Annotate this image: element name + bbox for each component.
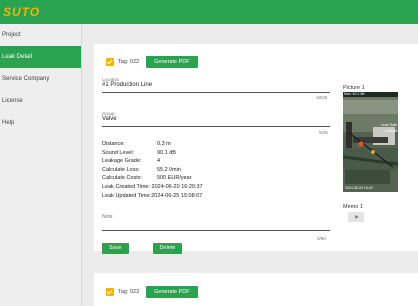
- note-counter: 0/80: [317, 236, 326, 241]
- leak-photo-image: [343, 92, 398, 192]
- detail-distance: Distance: 0.3 m: [102, 141, 171, 147]
- detail-leakage-grade: Leakage Grade: 4: [102, 158, 161, 165]
- memo-play-button[interactable]: [348, 212, 364, 222]
- record-checkbox[interactable]: [106, 58, 114, 66]
- photo-timestamp: 2024-06-20 16:20: [345, 186, 373, 190]
- photo-overlay-leak-rate: Leak Rate: [381, 123, 397, 127]
- location-counter: 18/25: [316, 95, 328, 100]
- location-field[interactable]: #1 Production Line: [102, 82, 152, 88]
- group-counter: 5/25: [319, 130, 328, 135]
- photo-overlay-max: Max: 90.1 dB: [344, 92, 365, 96]
- tag-label-2: Tag: 023: [118, 289, 140, 295]
- location-underline: [102, 92, 330, 93]
- generate-pdf-button-2[interactable]: Generate PDF: [146, 286, 198, 298]
- picture-title: Picture 1: [343, 85, 365, 91]
- action-buttons: Save Delete: [102, 243, 183, 254]
- sidebar-item-help[interactable]: Help: [0, 112, 81, 134]
- group-field[interactable]: Valve: [102, 116, 117, 122]
- group-underline: [102, 126, 330, 127]
- leak-details: Distance: 0.3 m Sound Level: 90.1 dB Leaka…: [102, 140, 203, 200]
- svg-text:SUTO: SUTO: [3, 5, 40, 19]
- photo-overlay-contact: Contact: [384, 129, 397, 133]
- top-bar: SUTO: [0, 0, 418, 24]
- note-underline: [102, 230, 330, 231]
- memo-title: Memo 1: [343, 204, 363, 210]
- sidebar-item-leak-detail[interactable]: Leak Detail: [0, 46, 81, 68]
- detail-sound-level: Sound Level: 90.1 dB: [102, 149, 176, 156]
- leak-record-card-2: Tag: 023 Generate PDF: [94, 273, 418, 306]
- delete-button[interactable]: Delete: [152, 243, 183, 254]
- tag-row: Tag: 022 Generate PDF: [106, 55, 198, 69]
- record-checkbox-2[interactable]: [106, 288, 114, 296]
- suto-logo: SUTO: [3, 5, 40, 19]
- detail-created-time: Leak Created Time: 2024-06-20 16:20:37: [102, 183, 203, 190]
- detail-calculate-costs: Calculate Costs: 500 EUR/year: [102, 175, 192, 182]
- note-label: Note: [102, 214, 113, 220]
- sidebar-item-service-company[interactable]: Service Company: [0, 68, 81, 90]
- leak-photo[interactable]: Max: 90.1 dB Leak Rate Contact 2024-06-2…: [343, 92, 398, 192]
- generate-pdf-button[interactable]: Generate PDF: [146, 56, 198, 68]
- save-button[interactable]: Save: [102, 243, 129, 254]
- play-icon: [354, 215, 359, 219]
- detail-calculate-loss: Calculate Loss: 55.2 l/min: [102, 166, 181, 173]
- tag-row-2: Tag: 023 Generate PDF: [106, 285, 198, 299]
- detail-updated-time: Leak Updated Time:2024-06-25 15:08:07: [102, 192, 203, 199]
- tag-label: Tag: 022: [118, 59, 140, 65]
- sidebar-item-license[interactable]: License: [0, 90, 81, 112]
- sidebar-item-project[interactable]: Project: [0, 24, 81, 46]
- leak-record-card: Tag: 022 Generate PDF Location #1 Produc…: [94, 44, 418, 254]
- sidebar: Project Leak Detail Service Company Lice…: [0, 24, 82, 306]
